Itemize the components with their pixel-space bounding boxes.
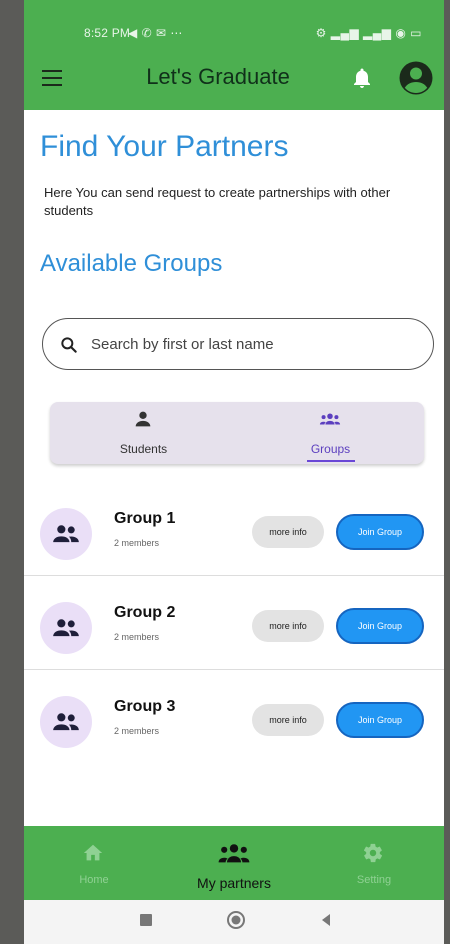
status-system-icons: ⚙ ▂▄▆ ▂▄▆ ◉ ▭ [315, 26, 422, 40]
groups-icon [53, 525, 79, 543]
group-name: Group 3 [114, 698, 176, 715]
nav-home-label: Home [79, 874, 109, 886]
tab-students[interactable]: Students [50, 402, 237, 464]
app-bar: Let's Graduate [24, 60, 444, 100]
bottom-navigation: Home My partners Setting [24, 826, 444, 900]
nav-setting-label: Setting [356, 874, 392, 886]
home-icon [83, 844, 103, 861]
nav-my-partners-label: My partners [197, 875, 271, 891]
join-group-button[interactable]: Join Group [336, 608, 424, 644]
more-info-button[interactable]: more info [252, 610, 324, 642]
avatar [40, 602, 92, 654]
page-description: Here You can send request to create part… [44, 185, 391, 218]
gear-icon [363, 843, 383, 863]
search-input[interactable] [91, 333, 411, 355]
status-time: 8:52 PM [84, 26, 131, 40]
system-navigation-bar [24, 900, 444, 944]
group-members-count: 2 members [114, 632, 160, 642]
groups-icon [319, 413, 341, 425]
group-name: Group 1 [114, 510, 176, 527]
group-members-count: 2 members [114, 538, 160, 548]
group-members-count: 2 members [114, 726, 160, 736]
more-info-button[interactable]: more info [252, 704, 324, 736]
active-tab-indicator [307, 460, 355, 462]
groups-icon [53, 713, 79, 731]
tab-students-label: Students [119, 442, 168, 456]
avatar [40, 508, 92, 560]
account-icon[interactable] [398, 60, 434, 96]
list-item: Group 3 2 members more info Join Group [24, 670, 444, 764]
nav-item-home[interactable]: Home [24, 826, 164, 900]
page-title: Find Your Partners [40, 130, 289, 163]
status-bar: 8:52 PM ◀ ✆ ✉ ⋯ ⚙ ▂▄▆ ▂▄▆ ◉ ▭ [24, 0, 444, 64]
home-button-icon[interactable] [226, 910, 246, 930]
tab-groups[interactable]: Groups [237, 402, 424, 464]
avatar [40, 696, 92, 748]
nav-item-setting[interactable]: Setting [304, 826, 444, 900]
recents-icon[interactable] [138, 912, 154, 928]
group-name: Group 2 [114, 604, 176, 621]
app-screen: 8:52 PM ◀ ✆ ✉ ⋯ ⚙ ▂▄▆ ▂▄▆ ◉ ▭ Let's Grad… [24, 0, 444, 944]
more-info-button[interactable]: more info [252, 516, 324, 548]
join-group-button[interactable]: Join Group [336, 514, 424, 550]
list-item: Group 1 2 members more info Join Group [24, 482, 444, 576]
section-title: Available Groups [40, 250, 223, 277]
nav-item-my-partners[interactable]: My partners [164, 826, 304, 900]
groups-icon [53, 619, 79, 637]
person-icon [135, 411, 151, 427]
back-icon[interactable] [318, 912, 334, 928]
groups-icon [218, 844, 250, 863]
list-item: Group 2 2 members more info Join Group [24, 576, 444, 670]
tab-bar: Students Groups [50, 402, 424, 464]
search-icon [61, 337, 77, 353]
tab-groups-label: Groups [310, 442, 351, 456]
bell-icon[interactable] [350, 66, 374, 90]
status-notification-icons: ◀ ✆ ✉ ⋯ [128, 26, 183, 40]
top-app-bar: 8:52 PM ◀ ✆ ✉ ⋯ ⚙ ▂▄▆ ▂▄▆ ◉ ▭ Let's Grad… [24, 0, 444, 110]
join-group-button[interactable]: Join Group [336, 702, 424, 738]
search-bar[interactable] [42, 318, 434, 370]
